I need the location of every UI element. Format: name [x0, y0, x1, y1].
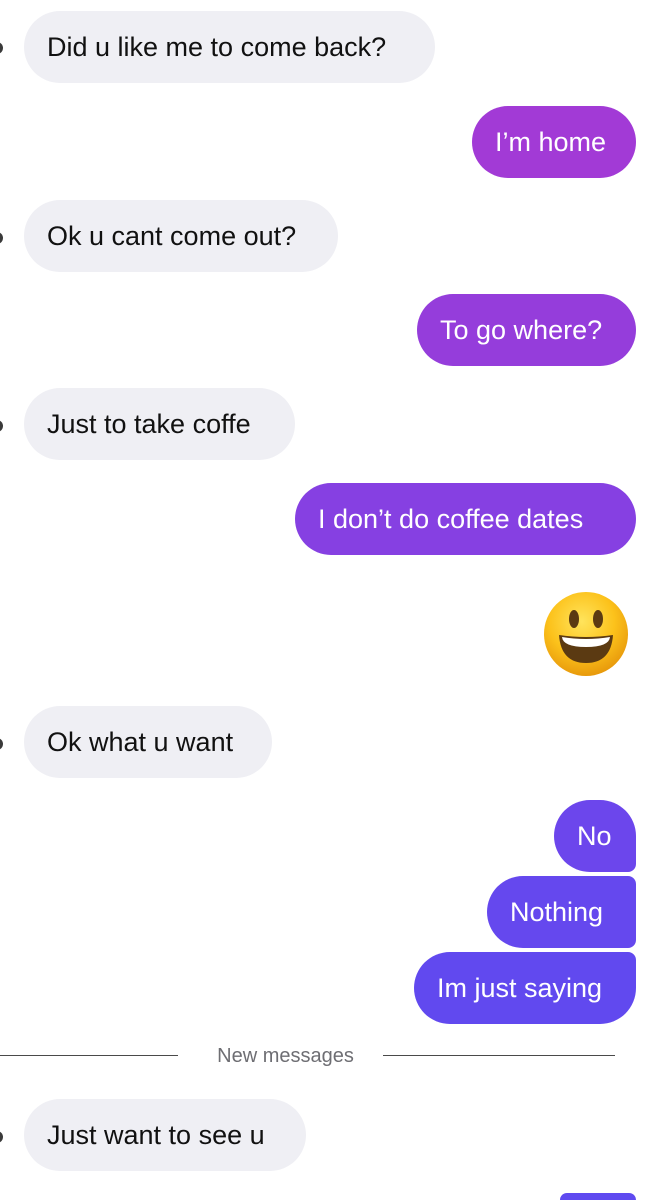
message-bubble-outgoing[interactable]: [560, 1193, 636, 1200]
message-text: Ok u cant come out?: [47, 221, 297, 251]
message-text: Just want to see u: [47, 1120, 265, 1150]
message-bubble-outgoing[interactable]: I don’t do coffee dates: [295, 483, 636, 555]
message-text: I don’t do coffee dates: [318, 504, 584, 534]
message-bubble-outgoing[interactable]: I’m home: [472, 106, 636, 178]
message-bubble-outgoing[interactable]: To go where?: [417, 294, 636, 366]
message-bubble-outgoing[interactable]: Im just saying: [414, 952, 636, 1024]
avatar[interactable]: [0, 1131, 3, 1143]
divider-line: [383, 1055, 615, 1056]
message-text: No: [577, 821, 612, 851]
message-text: Ok what u want: [47, 727, 234, 757]
message-text: To go where?: [440, 315, 603, 345]
avatar[interactable]: [0, 420, 3, 432]
message-bubble-incoming[interactable]: Ok what u want: [24, 706, 272, 778]
message-text: Did u like me to come back?: [47, 32, 387, 62]
message-bubble-incoming[interactable]: Did u like me to come back?: [24, 11, 435, 83]
message-bubble-outgoing[interactable]: No: [554, 800, 636, 872]
message-bubble-incoming[interactable]: Just want to see u: [24, 1099, 306, 1171]
new-messages-divider: New messages: [217, 1045, 354, 1067]
message-bubble-outgoing[interactable]: Nothing: [487, 876, 636, 948]
message-bubble-incoming[interactable]: Ok u cant come out?: [24, 200, 338, 272]
message-text: Just to take coffe: [47, 409, 251, 439]
message-text: Im just saying: [437, 973, 603, 1003]
message-bubble-incoming[interactable]: Just to take coffe: [24, 388, 295, 460]
message-text: I’m home: [495, 127, 607, 157]
avatar[interactable]: [0, 232, 3, 244]
smiling-face-icon[interactable]: [543, 591, 629, 677]
avatar[interactable]: [0, 738, 3, 750]
avatar[interactable]: [0, 42, 3, 54]
message-text: Nothing: [510, 897, 604, 927]
